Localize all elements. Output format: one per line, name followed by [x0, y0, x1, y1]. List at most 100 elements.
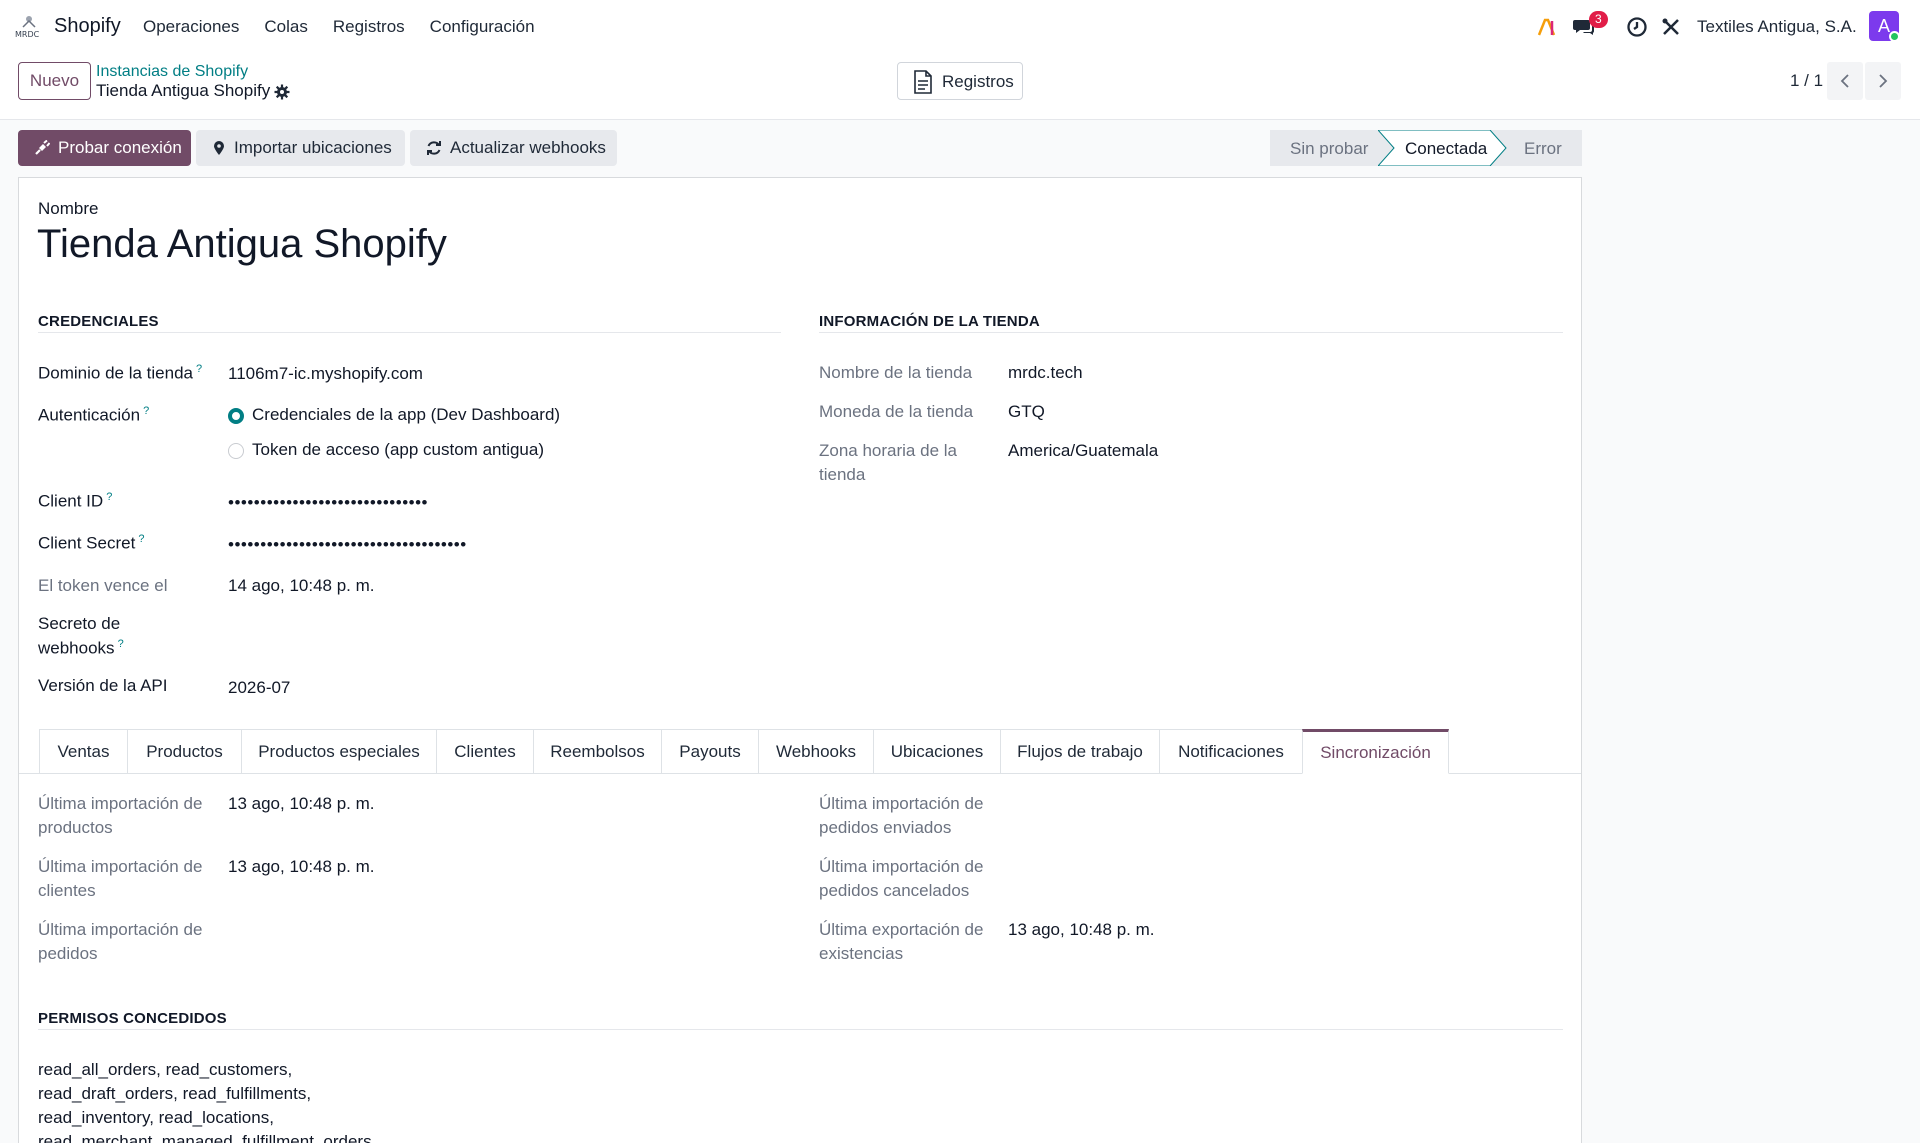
sync-cancelled-label-line2: pedidos cancelados: [819, 881, 970, 900]
test-connection-button[interactable]: Probar conexión: [18, 130, 191, 166]
chevron-right-icon: [1879, 74, 1888, 88]
pager-value[interactable]: 1 / 1: [1790, 71, 1823, 91]
form-sheet: Nombre Tienda Antigua Shopify CREDENCIAL…: [18, 177, 1582, 1143]
pager-prev-button[interactable]: [1827, 62, 1863, 100]
clock-icon[interactable]: [1625, 15, 1649, 39]
plug-icon: [35, 140, 50, 155]
tab-clientes[interactable]: Clientes: [436, 729, 533, 774]
tab-productos-especiales[interactable]: Productos especiales: [241, 729, 436, 774]
map-pin-icon: [214, 141, 224, 155]
refresh-icon: [427, 141, 441, 155]
tab-productos[interactable]: Productos: [127, 729, 241, 774]
status-error[interactable]: Error: [1524, 139, 1562, 159]
store-info-title: INFORMACIÓN DE LA TIENDA: [819, 313, 1040, 330]
auth-option-access-token[interactable]: Token de acceso (app custom antigua): [252, 440, 544, 460]
currency-label: Moneda de la tienda: [819, 402, 974, 421]
test-connection-label: Probar conexión: [58, 138, 182, 157]
credentials-divider: [38, 332, 781, 333]
main-menu: Operaciones Colas Registros Configuració…: [143, 17, 560, 37]
pager-next-button[interactable]: [1865, 62, 1901, 100]
auth-radio-access-token[interactable]: [228, 443, 244, 459]
new-button[interactable]: Nuevo: [18, 62, 91, 100]
sync-customers-label-line1: Última importación de: [38, 857, 203, 876]
store-info-divider: [819, 332, 1563, 333]
breadcrumb-current: Tienda Antigua Shopify: [96, 81, 271, 100]
token-expiry-label: El token vence el: [38, 576, 168, 595]
timezone-value: America/Guatemala: [1008, 441, 1159, 460]
domain-label: Dominio de la tienda?: [38, 363, 203, 383]
webhook-secret-field[interactable]: [228, 614, 768, 638]
permissions-line-2: read_draft_orders, read_fulfillments,: [38, 1084, 312, 1103]
tab-ventas[interactable]: Ventas: [39, 729, 127, 774]
company-switcher[interactable]: Textiles Antigua, S.A.: [1697, 17, 1857, 37]
webhook-secret-label-line1: Secreto de: [38, 614, 121, 633]
tab-ubicaciones[interactable]: Ubicaciones: [873, 729, 1000, 774]
status-conectada[interactable]: Conectada: [1405, 139, 1487, 159]
breadcrumb-parent[interactable]: Instancias de Shopify: [96, 63, 248, 81]
sync-products-label-line1: Última importación de: [38, 794, 203, 813]
import-locations-label: Importar ubicaciones: [234, 138, 392, 157]
domain-field[interactable]: 1106m7-ic.myshopify.com: [228, 364, 423, 384]
sync-products-label-line2: productos: [38, 818, 113, 837]
document-icon: [914, 70, 932, 94]
client-id-label: Client ID?: [38, 491, 113, 511]
menu-configuracion[interactable]: Configuración: [430, 17, 535, 37]
chevron-left-icon: [1840, 74, 1849, 88]
sync-shipped-label-line1: Última importación de: [819, 794, 984, 813]
gear-icon[interactable]: [274, 84, 290, 100]
client-id-field[interactable]: •••••••••••••••••••••••••••••••: [228, 493, 428, 513]
tab-notificaciones[interactable]: Notificaciones: [1159, 729, 1302, 774]
credentials-title: CREDENCIALES: [38, 313, 159, 330]
svg-text:MRDC: MRDC: [15, 30, 40, 39]
permissions-title: PERMISOS CONCEDIDOS: [38, 1010, 227, 1027]
tab-flujos-de-trabajo[interactable]: Flujos de trabajo: [1000, 729, 1159, 774]
record-name[interactable]: Tienda Antigua Shopify: [37, 222, 447, 267]
tab-sincronizacion[interactable]: Sincronización: [1302, 729, 1449, 774]
auth-option-app-credentials[interactable]: Credenciales de la app (Dev Dashboard): [252, 405, 560, 425]
permissions-line-4: read_merchant_managed_fulfillment_orders…: [38, 1132, 377, 1143]
webhook-secret-label-line2: webhooks?: [38, 638, 124, 658]
logs-button[interactable]: Registros: [897, 62, 1023, 100]
store-name-label: Nombre de la tienda: [819, 363, 973, 382]
notebook-tabs: Ventas Productos Productos especiales Cl…: [39, 729, 1449, 774]
update-webhooks-label: Actualizar webhooks: [450, 138, 606, 157]
permissions-divider: [38, 1029, 1563, 1030]
status-bar: Sin probar Conectada Error: [1270, 130, 1582, 166]
app-logo-icon[interactable]: MRDC: [14, 13, 44, 39]
tab-payouts[interactable]: Payouts: [661, 729, 758, 774]
menu-colas[interactable]: Colas: [264, 17, 307, 37]
logs-button-label: Registros: [942, 72, 1014, 91]
timezone-label-line1: Zona horaria de la: [819, 441, 957, 460]
menu-operaciones[interactable]: Operaciones: [143, 17, 239, 37]
sync-orders-label-line1: Última importación de: [38, 920, 203, 939]
sync-customers-label-line2: clientes: [38, 881, 96, 900]
ai-icon[interactable]: [1535, 15, 1559, 39]
status-sin-probar[interactable]: Sin probar: [1290, 139, 1368, 159]
name-label: Nombre: [38, 199, 99, 218]
app-name[interactable]: Shopify: [54, 15, 121, 38]
sync-stock-value: 13 ago, 10:48 p. m.: [1008, 920, 1155, 939]
token-expiry-value: 14 ago, 10:48 p. m.: [228, 576, 375, 595]
import-locations-button[interactable]: Importar ubicaciones: [196, 130, 405, 166]
tools-icon[interactable]: [1659, 15, 1683, 39]
tab-webhooks[interactable]: Webhooks: [758, 729, 873, 774]
auth-label: Autenticación?: [38, 405, 150, 425]
client-secret-field[interactable]: •••••••••••••••••••••••••••••••••••••: [228, 535, 467, 555]
auth-radio-app-credentials[interactable]: [228, 408, 244, 424]
sync-shipped-label-line2: pedidos enviados: [819, 818, 952, 837]
sync-products-value: 13 ago, 10:48 p. m.: [228, 794, 375, 813]
api-version-label: Versión de la API: [38, 676, 168, 695]
menu-registros[interactable]: Registros: [333, 17, 405, 37]
currency-value: GTQ: [1008, 402, 1045, 421]
client-secret-label: Client Secret?: [38, 533, 145, 553]
sync-stock-label-line1: Última exportación de: [819, 920, 984, 939]
sync-customers-value: 13 ago, 10:48 p. m.: [228, 857, 375, 876]
update-webhooks-button[interactable]: Actualizar webhooks: [410, 130, 617, 166]
presence-dot: [1889, 31, 1900, 42]
timezone-label-line2: tienda: [819, 465, 866, 484]
permissions-line-3: read_inventory, read_locations,: [38, 1108, 274, 1127]
api-version-field[interactable]: 2026-07: [228, 678, 290, 698]
tab-reembolsos[interactable]: Reembolsos: [533, 729, 661, 774]
permissions-line-1: read_all_orders, read_customers,: [38, 1060, 293, 1079]
control-panel: Nuevo Instancias de Shopify Tienda Antig…: [0, 54, 1920, 120]
